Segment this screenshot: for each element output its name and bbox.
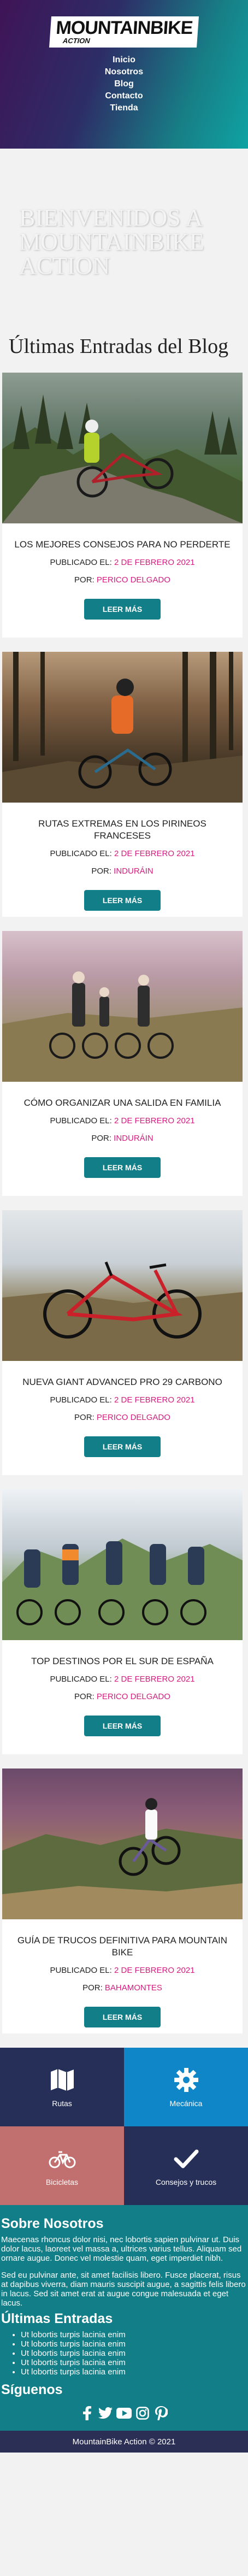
post-title[interactable]: LOS MEJORES CONSEJOS PARA NO PERDERTE	[2, 539, 243, 551]
logo-main-text: MOUNTAINBIKE	[55, 17, 193, 38]
by-label: POR:	[74, 575, 95, 585]
list-item[interactable]: Ut lobortis turpis lacinia enim	[21, 2339, 248, 2349]
nav-item-tienda[interactable]: Tienda	[0, 102, 248, 114]
by-label: POR:	[91, 1134, 111, 1143]
pinterest-icon[interactable]	[153, 2406, 169, 2421]
post-image-illustration	[2, 1798, 243, 1919]
post-date: 2 DE FEBRERO 2021	[114, 1116, 195, 1125]
nav-item-blog[interactable]: Blog	[0, 78, 248, 90]
latest-entries-list: Ut lobortis turpis lacinia enim Ut lobor…	[0, 2330, 248, 2377]
published-label: PUBLICADO EL:	[50, 1395, 112, 1405]
about-title: Sobre Nosotros	[1, 2216, 104, 2231]
post-image[interactable]	[2, 373, 243, 523]
copyright: MountainBike Action © 2021	[0, 2431, 248, 2453]
post-date: 2 DE FEBRERO 2021	[114, 1675, 195, 1684]
list-item[interactable]: Ut lobortis turpis lacinia enim	[21, 2349, 248, 2358]
categories-grid: Rutas Mecánica Bicicletas Consejos y tru…	[0, 2048, 248, 2205]
post-image-illustration	[2, 394, 243, 523]
blog-card: CÓMO ORGANIZAR UNA SALIDA EN FAMILIA PUB…	[2, 931, 243, 1196]
hero-section: Bienvenidos a Mountainbike Action	[0, 149, 248, 329]
published-label: PUBLICADO EL:	[50, 558, 112, 567]
post-image-illustration	[2, 971, 243, 1082]
list-item[interactable]: Ut lobortis turpis lacinia enim	[21, 2367, 248, 2377]
read-more-button[interactable]: LEER MÁS	[84, 2007, 161, 2027]
by-label: POR:	[74, 1413, 95, 1422]
facebook-icon[interactable]	[79, 2406, 95, 2421]
blog-section-title: Últimas Entradas del Blog	[9, 335, 229, 358]
post-title[interactable]: NUEVA GIANT ADVANCED PRO 29 CARBONO	[2, 1376, 243, 1388]
published-label: PUBLICADO EL:	[50, 1675, 112, 1684]
hero-title: Bienvenidos a Mountainbike Action	[19, 204, 204, 279]
bicycle-icon	[49, 2151, 75, 2168]
gear-icon	[174, 2068, 198, 2092]
post-image-illustration	[2, 652, 243, 803]
read-more-button[interactable]: LEER MÁS	[84, 1157, 161, 1178]
post-author[interactable]: PERICO DELGADO	[97, 1413, 170, 1422]
blog-card: GUÍA DE TRUCOS DEFINITIVA PARA MOUNTAIN …	[2, 1769, 243, 2033]
post-date: 2 DE FEBRERO 2021	[114, 558, 195, 567]
post-title[interactable]: GUÍA DE TRUCOS DEFINITIVA PARA MOUNTAIN …	[2, 1935, 243, 1959]
about-text-1: Maecenas rhoncus dolor nisi, nec loborti…	[1, 2235, 242, 2263]
post-author[interactable]: PERICO DELGADO	[97, 1692, 170, 1701]
by-label: POR:	[91, 866, 111, 876]
post-date: 2 DE FEBRERO 2021	[114, 1395, 195, 1405]
category-consejos[interactable]: Consejos y trucos	[124, 2126, 248, 2205]
category-label: Consejos y trucos	[155, 2178, 217, 2186]
blog-card: LOS MEJORES CONSEJOS PARA NO PERDERTE PU…	[2, 373, 243, 638]
latest-entries-title: Últimas Entradas	[1, 2311, 113, 2326]
nav-item-contacto[interactable]: Contacto	[0, 90, 248, 102]
post-date: 2 DE FEBRERO 2021	[114, 849, 195, 858]
nav-item-nosotros[interactable]: Nosotros	[0, 66, 248, 78]
follow-title: Síguenos	[1, 2382, 63, 2397]
read-more-button[interactable]: LEER MÁS	[84, 890, 161, 911]
post-author[interactable]: INDURÁIN	[114, 866, 153, 876]
post-image-illustration	[2, 1262, 243, 1361]
blog-card: TOP DESTINOS POR EL SUR DE ESPAÑA PUBLIC…	[2, 1489, 243, 1754]
post-author[interactable]: PERICO DELGADO	[97, 575, 170, 585]
category-label: Mecánica	[169, 2099, 203, 2108]
blog-list: LOS MEJORES CONSEJOS PARA NO PERDERTE PU…	[0, 373, 248, 2033]
published-label: PUBLICADO EL:	[50, 849, 112, 858]
category-mecanica[interactable]: Mecánica	[124, 2048, 248, 2126]
category-label: Bicicletas	[45, 2178, 79, 2186]
post-image[interactable]	[2, 1769, 243, 1919]
check-icon	[174, 2149, 198, 2168]
published-label: PUBLICADO EL:	[50, 1966, 112, 1975]
site-logo[interactable]: MOUNTAINBIKE ACTION	[49, 16, 199, 48]
blog-card: NUEVA GIANT ADVANCED PRO 29 CARBONO PUBL…	[2, 1210, 243, 1475]
map-icon	[50, 2069, 74, 2091]
post-image[interactable]	[2, 931, 243, 1082]
list-item[interactable]: Ut lobortis turpis lacinia enim	[21, 2330, 248, 2339]
main-nav: Inicio Nosotros Blog Contacto Tienda	[0, 54, 248, 114]
post-title[interactable]: CÓMO ORGANIZAR UNA SALIDA EN FAMILIA	[2, 1097, 243, 1109]
social-links	[0, 2398, 248, 2431]
category-bicicletas[interactable]: Bicicletas	[0, 2126, 124, 2205]
about-text-2: Sed eu pulvinar ante, sit amet facilisis…	[1, 2271, 246, 2308]
post-author[interactable]: BAHAMONTES	[105, 1983, 162, 1993]
blog-card: RUTAS EXTREMAS EN LOS PIRINEOS FRANCESES…	[2, 652, 243, 917]
site-footer: Sobre Nosotros Maecenas rhoncus dolor ni…	[0, 2205, 248, 2453]
post-image[interactable]	[2, 1489, 243, 1640]
by-label: POR:	[82, 1983, 103, 1993]
category-rutas[interactable]: Rutas	[0, 2048, 124, 2126]
read-more-button[interactable]: LEER MÁS	[84, 1716, 161, 1736]
post-date: 2 DE FEBRERO 2021	[114, 1966, 195, 1975]
twitter-icon[interactable]	[98, 2406, 113, 2421]
post-title[interactable]: TOP DESTINOS POR EL SUR DE ESPAÑA	[2, 1655, 243, 1667]
list-item[interactable]: Ut lobortis turpis lacinia enim	[21, 2358, 248, 2367]
post-author[interactable]: INDURÁIN	[114, 1134, 153, 1143]
published-label: PUBLICADO EL:	[50, 1116, 112, 1125]
post-image[interactable]	[2, 652, 243, 803]
post-image-illustration	[2, 1538, 243, 1640]
instagram-icon[interactable]	[135, 2406, 150, 2421]
read-more-button[interactable]: LEER MÁS	[84, 1436, 161, 1457]
read-more-button[interactable]: LEER MÁS	[84, 599, 161, 620]
youtube-icon[interactable]	[116, 2406, 132, 2421]
category-label: Rutas	[52, 2099, 72, 2108]
by-label: POR:	[74, 1692, 95, 1701]
post-image[interactable]	[2, 1210, 243, 1361]
post-title[interactable]: RUTAS EXTREMAS EN LOS PIRINEOS FRANCESES	[2, 818, 243, 842]
nav-item-inicio[interactable]: Inicio	[0, 54, 248, 66]
site-header: MOUNTAINBIKE ACTION Inicio Nosotros Blog…	[0, 0, 248, 149]
